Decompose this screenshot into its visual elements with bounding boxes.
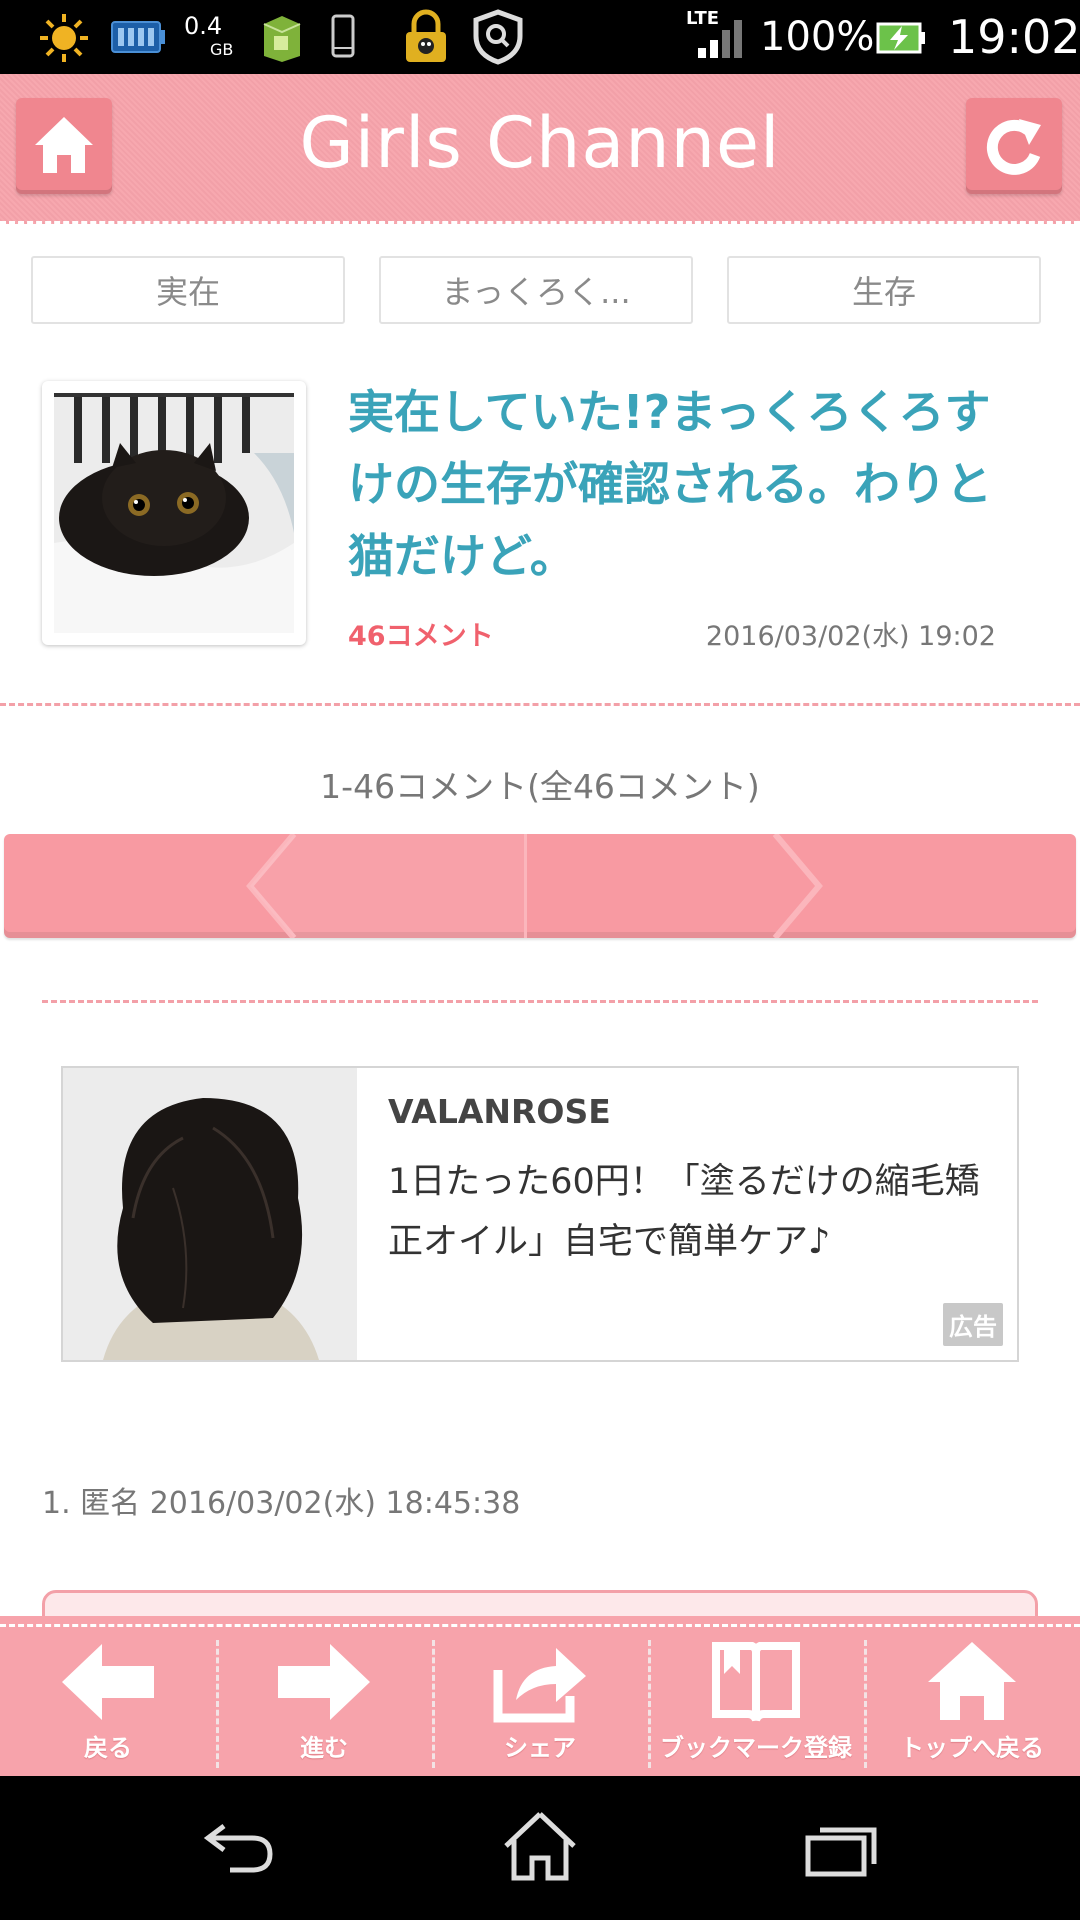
app-header: Girls Channel [0, 74, 1080, 224]
ad-text: 1日たった60円！「塗るだけの縮毛矯正オイル」自宅で簡単ケア♪ [388, 1162, 980, 1262]
bookmark-icon [712, 1642, 800, 1722]
arrow-right-icon [278, 1644, 370, 1720]
phone-icon [331, 14, 355, 58]
article-comment-count[interactable]: 46コメント [348, 614, 494, 653]
back-label: 戻る [84, 1734, 132, 1762]
status-bar: 0.4 GB LTE 100% 19:02 [0, 0, 1080, 74]
app-icon [263, 16, 301, 62]
share-button[interactable]: シェア [432, 1636, 648, 1776]
tag-button-1[interactable]: 実在 [31, 256, 345, 324]
article-date: 2016/03/02(水) 19:02 [705, 621, 996, 652]
refresh-icon [986, 119, 1041, 175]
cat-photo [54, 393, 294, 633]
bookmark-button[interactable]: ブックマーク登録 [648, 1636, 864, 1776]
toolbar-divider [0, 1624, 1080, 1627]
signal-icon [698, 20, 742, 58]
bottom-toolbar: 戻る 進む シェア ブックマーク登録 トップへ戻る [0, 1616, 1080, 1776]
section-divider-2 [42, 1000, 1038, 1003]
bookmark-label: ブックマーク登録 [660, 1734, 852, 1762]
arrow-left-icon [62, 1644, 154, 1720]
clock: 19:02 [948, 10, 1080, 64]
advertisement[interactable]: VALANROSE 1日たった60円！「塗るだけの縮毛矯正オイル」自宅で簡単ケア… [61, 1066, 1019, 1362]
chevron-left-icon [246, 834, 524, 938]
forward-button[interactable]: 進む [216, 1636, 432, 1776]
header-divider [0, 221, 1080, 224]
prev-page-button[interactable] [4, 834, 524, 938]
storage-unit: GB [210, 40, 234, 59]
share-label: シェア [504, 1734, 576, 1762]
system-nav-bar [0, 1776, 1080, 1920]
article-title[interactable]: 実在していた!?まっくろくろすけの生存が確認される。わりと猫だけど。 [348, 376, 998, 592]
hair-photo [63, 1068, 357, 1360]
comment-pager [4, 834, 1076, 938]
refresh-button[interactable] [966, 98, 1062, 194]
ad-brand: VALANROSE [388, 1092, 611, 1131]
back-icon[interactable] [200, 1818, 280, 1878]
sun-icon [40, 14, 88, 62]
top-label: トップへ戻る [900, 1734, 1044, 1762]
lock-icon [406, 9, 446, 62]
battery-percent: 100% [760, 14, 875, 60]
cat-image [54, 393, 294, 633]
app-title: Girls Channel [299, 102, 781, 184]
battery-saver-icon [111, 21, 165, 53]
forward-label: 進む [300, 1734, 348, 1762]
recents-icon[interactable] [804, 1818, 880, 1878]
comment-meta: 1. 匿名 2016/03/02(水) 18:45:38 [42, 1486, 521, 1521]
shield-icon [473, 9, 523, 65]
battery-icon [876, 22, 925, 54]
chevron-right-icon [772, 834, 823, 938]
section-divider [0, 703, 1080, 706]
home-icon [928, 1642, 1016, 1720]
ad-image [63, 1068, 357, 1360]
home-icon[interactable] [500, 1810, 580, 1882]
back-button[interactable]: 戻る [0, 1636, 216, 1776]
tag-button-2[interactable]: まっくろく... [379, 256, 693, 324]
article-thumbnail[interactable] [42, 381, 306, 645]
next-page-button[interactable] [527, 834, 1076, 938]
comments-range: 1-46コメント(全46コメント) [320, 767, 760, 806]
storage-value: 0.4 [184, 12, 223, 40]
ad-badge: 広告 [943, 1303, 1003, 1346]
top-button[interactable]: トップへ戻る [864, 1636, 1080, 1776]
tag-button-3[interactable]: 生存 [727, 256, 1041, 324]
share-icon [493, 1648, 586, 1723]
